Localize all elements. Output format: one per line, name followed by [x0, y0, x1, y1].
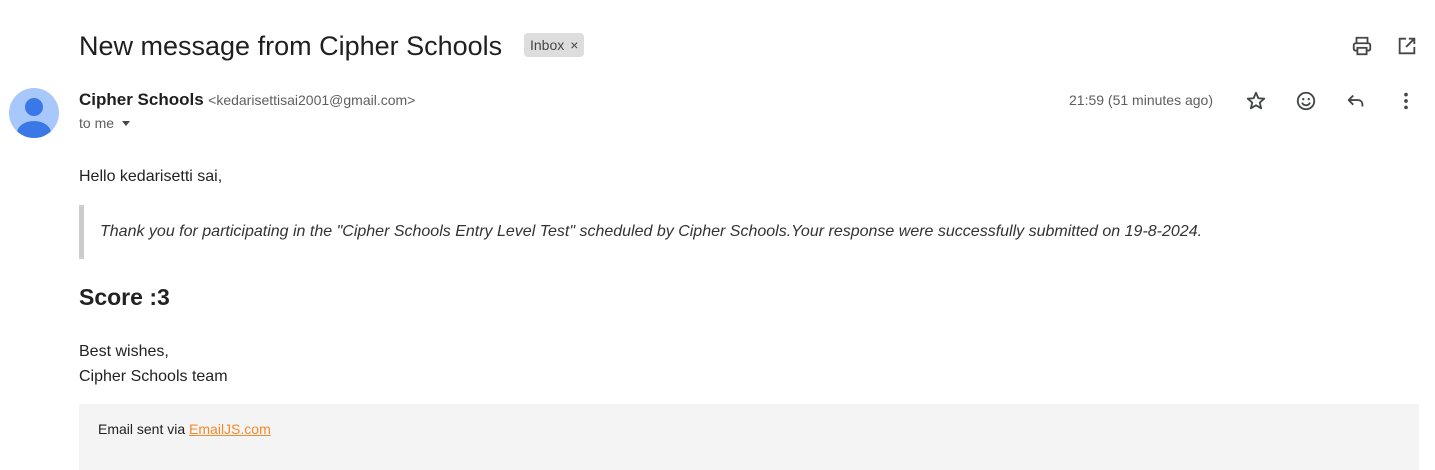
print-icon — [1352, 36, 1372, 56]
caret-down-icon — [122, 121, 131, 126]
inbox-label-text: Inbox — [530, 37, 565, 53]
email-footer: Email sent via EmailJS.com — [79, 404, 1419, 470]
greeting: Hello kedarisetti sai, — [79, 168, 223, 185]
reply-button[interactable] — [1340, 85, 1372, 117]
sender-email: <kedarisettisai2001@gmail.com> — [208, 92, 416, 108]
emoji-icon — [1296, 91, 1316, 111]
email-subject: New message from Cipher Schools — [79, 31, 503, 61]
print-button[interactable] — [1346, 30, 1378, 62]
person-icon — [17, 98, 51, 138]
sender-line: Cipher Schools <kedarisettisai2001@gmail… — [79, 89, 415, 112]
signoff: Best wishes, Cipher Schools team — [79, 339, 228, 389]
reply-icon — [1347, 94, 1364, 107]
more-options-button[interactable] — [1390, 85, 1422, 117]
add-reaction-button[interactable] — [1290, 85, 1322, 117]
sender-name[interactable]: Cipher Schools — [79, 90, 204, 109]
message-quote: Thank you for participating in the "Ciph… — [79, 205, 1379, 259]
message-timestamp: 21:59 (51 minutes ago) — [1069, 92, 1213, 108]
quote-text: Thank you for participating in the "Ciph… — [100, 223, 1203, 240]
star-icon — [1246, 91, 1266, 110]
remove-label-button[interactable]: × — [570, 37, 578, 53]
footer-prefix: Email sent via — [98, 421, 190, 437]
inbox-label-chip: Inbox × — [524, 33, 585, 57]
star-button[interactable] — [1240, 85, 1272, 117]
recipient-text: to me — [79, 115, 115, 131]
score-heading: Score :3 — [79, 284, 170, 310]
sender-avatar[interactable] — [9, 88, 59, 138]
signoff-line-2: Cipher Schools team — [79, 368, 228, 385]
open-in-new-icon — [1398, 37, 1416, 55]
signoff-line-1: Best wishes, — [79, 343, 169, 360]
more-vert-icon — [1404, 92, 1408, 110]
emailjs-link[interactable]: EmailJS.com — [189, 421, 271, 437]
recipient-details-toggle[interactable]: to me — [79, 115, 132, 131]
open-in-new-window-button[interactable] — [1391, 30, 1423, 62]
